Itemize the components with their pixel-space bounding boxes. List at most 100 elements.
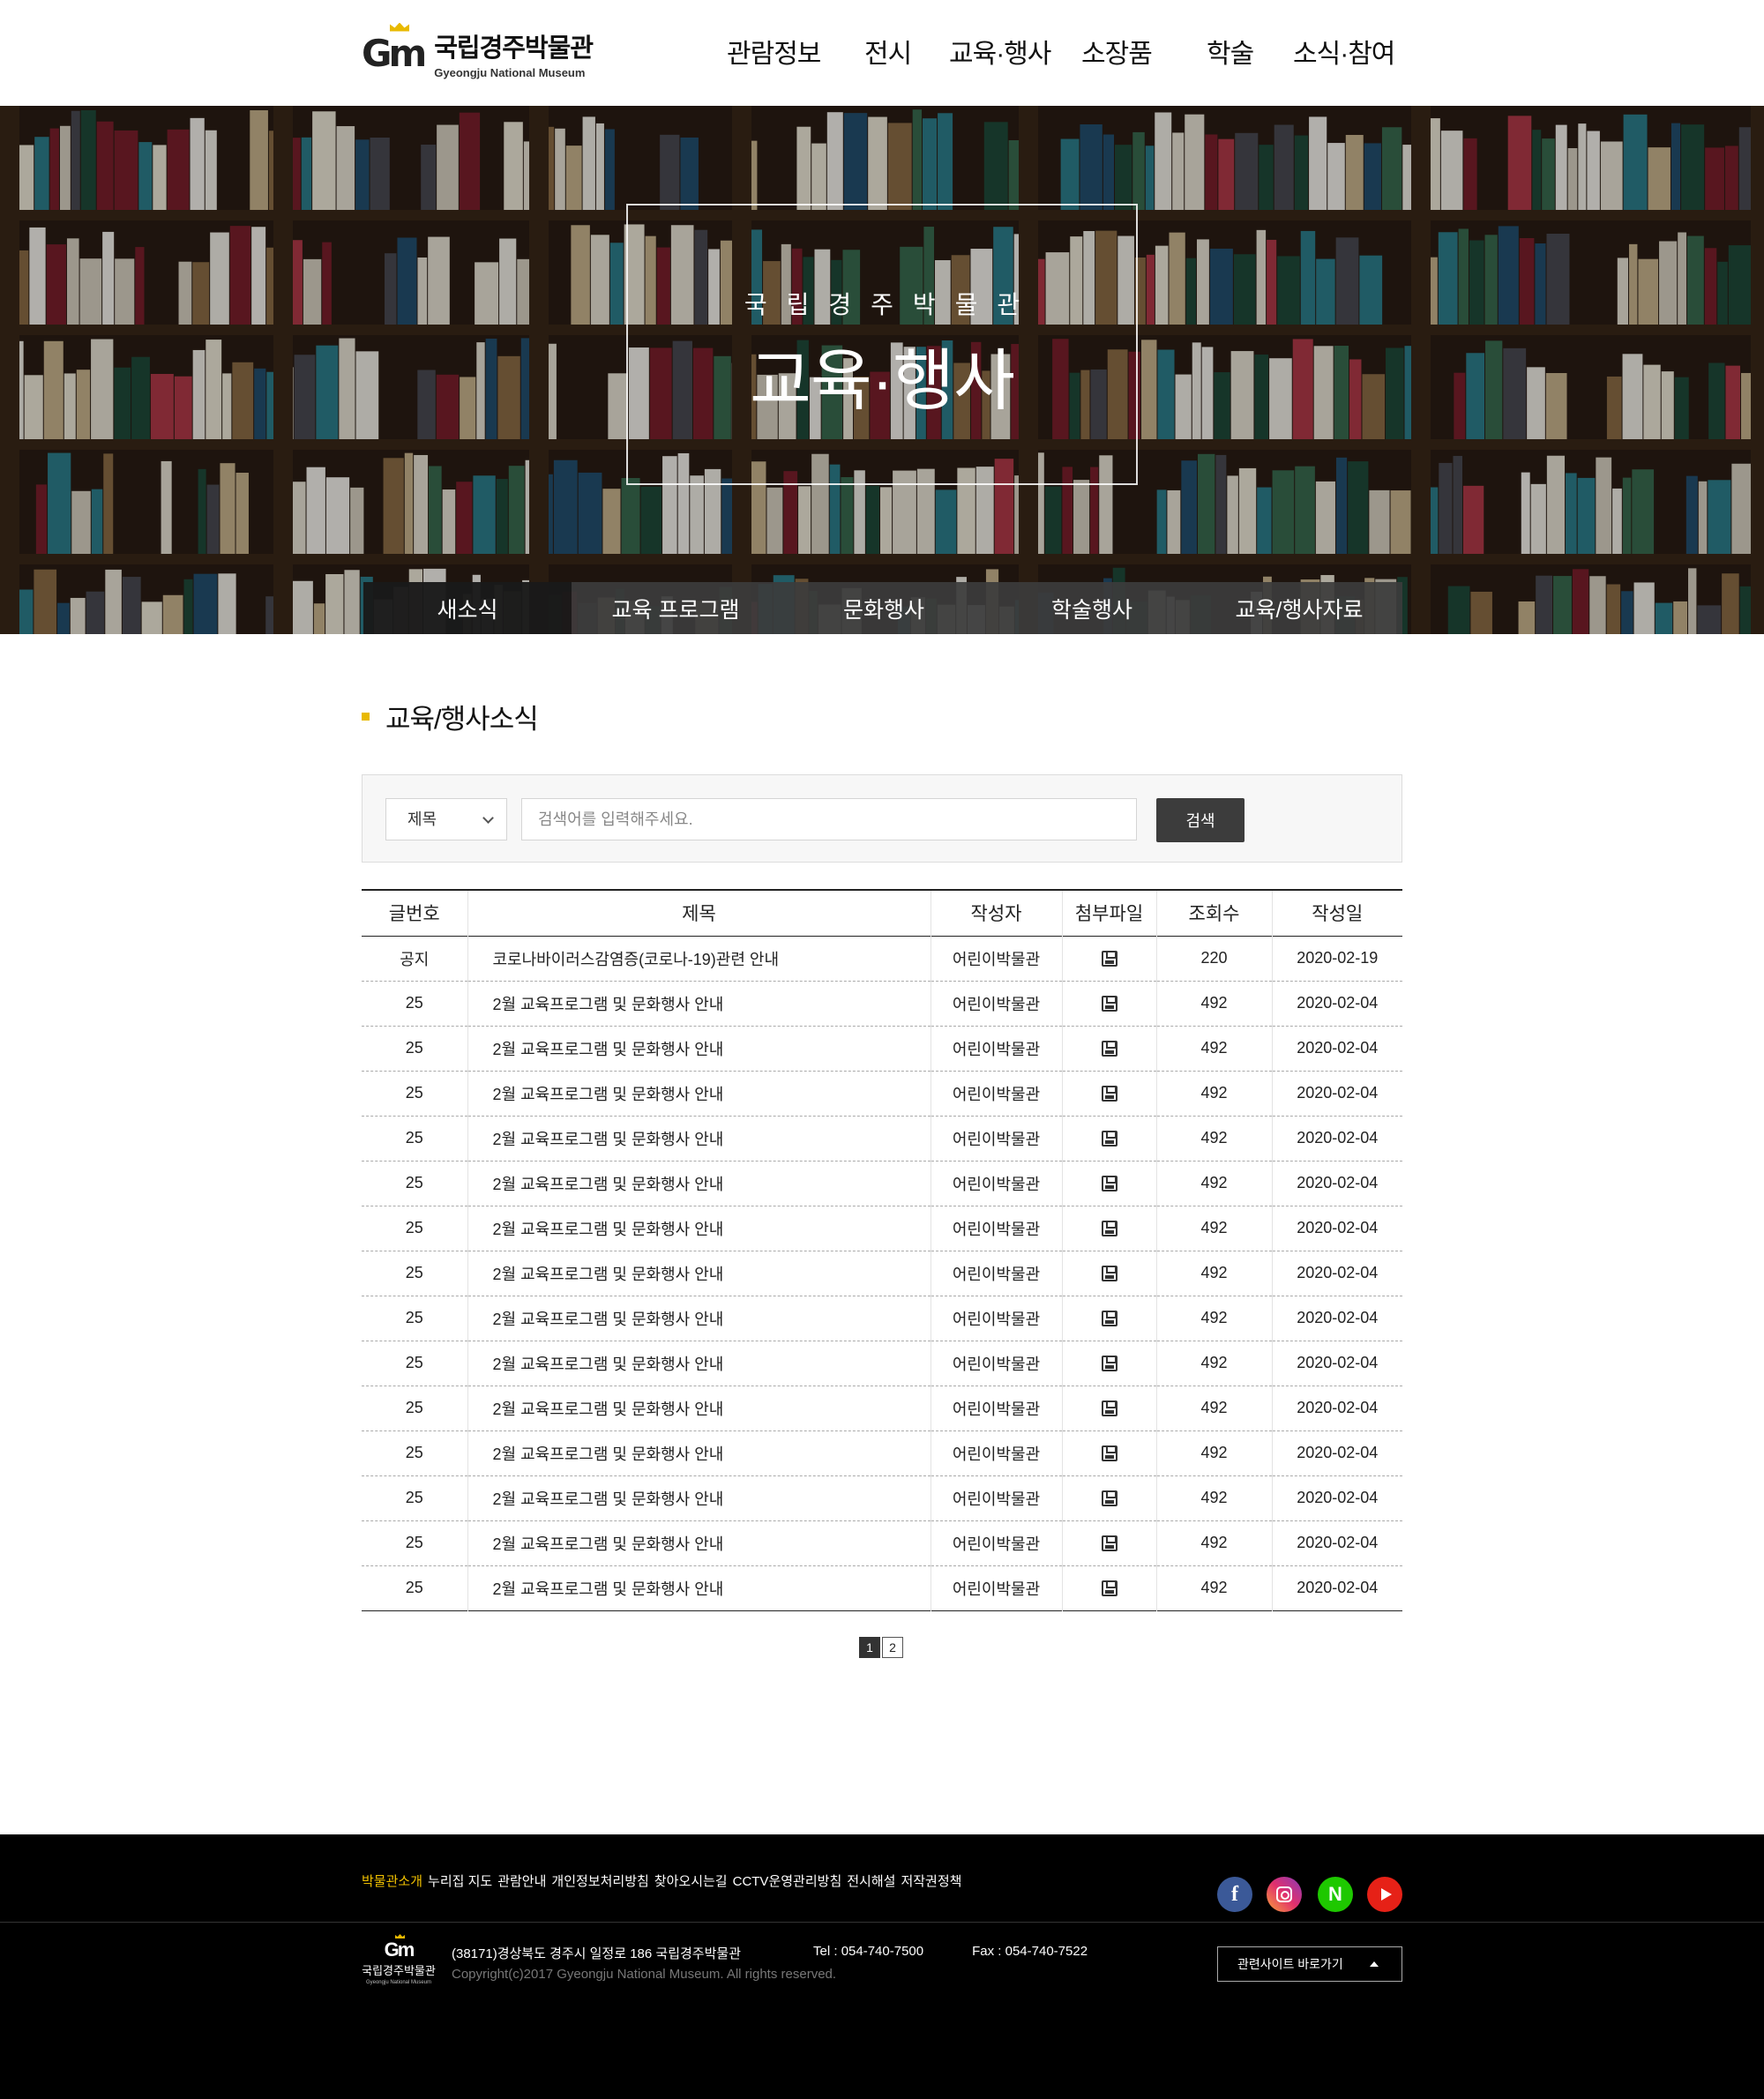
attachment-icon[interactable] bbox=[1101, 1401, 1117, 1417]
footer-link-cctv[interactable]: CCTV운영관리방침 bbox=[733, 1871, 842, 1890]
footer-address: (38171)경상북도 경주시 일정로 186 국립경주박물관 bbox=[452, 1946, 742, 1961]
youtube-icon[interactable] bbox=[1367, 1877, 1402, 1912]
footer-link-directions[interactable]: 찾아오시는길 bbox=[654, 1871, 728, 1890]
attachment-icon[interactable] bbox=[1101, 1131, 1117, 1147]
footer-link-copyright[interactable]: 저작권정책 bbox=[901, 1871, 961, 1890]
cell-title[interactable]: 2월 교육프로그램 및 문화행사 안내 bbox=[467, 1475, 931, 1520]
cell-title[interactable]: 2월 교육프로그램 및 문화행사 안내 bbox=[467, 1161, 931, 1206]
table-row[interactable]: 25 2월 교육프로그램 및 문화행사 안내 어린이박물관 492 2020-02-04 bbox=[362, 1296, 1402, 1341]
cell-title[interactable]: 2월 교육프로그램 및 문화행사 안내 bbox=[467, 1386, 931, 1430]
cell-author: 어린이박물관 bbox=[930, 1161, 1062, 1206]
attachment-icon[interactable] bbox=[1101, 1535, 1117, 1552]
nav-collection[interactable]: 소장품 bbox=[1081, 32, 1153, 71]
attachment-icon[interactable] bbox=[1101, 1221, 1117, 1237]
cell-attachment bbox=[1061, 1296, 1156, 1341]
table-row[interactable]: 25 2월 교육프로그램 및 문화행사 안내 어린이박물관 492 2020-02-04 bbox=[362, 1341, 1402, 1386]
search-button[interactable]: 검색 bbox=[1156, 798, 1245, 842]
attachment-icon[interactable] bbox=[1101, 1356, 1117, 1372]
nav-news-participation[interactable]: 소식·참여 bbox=[1293, 32, 1395, 71]
tab-cultural-events[interactable]: 문화행사 bbox=[780, 582, 988, 634]
cell-attachment bbox=[1061, 1206, 1156, 1251]
nav-research[interactable]: 학술 bbox=[1207, 32, 1254, 71]
hero-subtitle: 국립경주박물관 bbox=[744, 291, 1040, 318]
cell-attachment bbox=[1061, 1565, 1156, 1610]
attachment-icon[interactable] bbox=[1101, 1176, 1117, 1192]
search-field-select[interactable]: 제목 bbox=[385, 798, 507, 840]
col-header-author: 작성자 bbox=[930, 890, 1062, 936]
cell-title[interactable]: 2월 교육프로그램 및 문화행사 안내 bbox=[467, 1116, 931, 1161]
cell-author: 어린이박물관 bbox=[930, 1565, 1062, 1610]
cell-views: 492 bbox=[1155, 1386, 1272, 1430]
table-row[interactable]: 25 2월 교육프로그램 및 문화행사 안내 어린이박물관 492 2020-02-04 bbox=[362, 1251, 1402, 1296]
page-1-button[interactable]: 1 bbox=[859, 1637, 880, 1658]
instagram-icon[interactable] bbox=[1267, 1877, 1302, 1912]
cell-date: 2020-02-04 bbox=[1271, 981, 1402, 1026]
footer-link-privacy[interactable]: 개인정보처리방침 bbox=[551, 1871, 648, 1890]
footer-link-docent[interactable]: 전시해설 bbox=[847, 1871, 895, 1890]
cell-title[interactable]: 2월 교육프로그램 및 문화행사 안내 bbox=[467, 1341, 931, 1386]
chevron-down-icon bbox=[482, 812, 494, 824]
cell-views: 492 bbox=[1155, 1565, 1272, 1610]
footer-copyright: Copyright(c)2017 Gyeongju National Museu… bbox=[452, 1967, 837, 1982]
naver-icon[interactable]: N bbox=[1318, 1877, 1353, 1912]
table-row[interactable]: 25 2월 교육프로그램 및 문화행사 안내 어린이박물관 492 2020-02-04 bbox=[362, 1206, 1402, 1251]
search-input[interactable] bbox=[521, 798, 1137, 840]
footer-link-visit-guide[interactable]: 관람안내 bbox=[497, 1871, 546, 1890]
cell-title[interactable]: 2월 교육프로그램 및 문화행사 안내 bbox=[467, 1520, 931, 1565]
tab-academic-events[interactable]: 학술행사 bbox=[988, 582, 1196, 634]
cell-title[interactable]: 코로나바이러스감염증(코로나-19)관련 안내 bbox=[467, 936, 931, 981]
table-row[interactable]: 25 2월 교육프로그램 및 문화행사 안내 어린이박물관 492 2020-02-04 bbox=[362, 981, 1402, 1026]
page-2-button[interactable]: 2 bbox=[882, 1637, 903, 1658]
attachment-icon[interactable] bbox=[1101, 1311, 1117, 1327]
cell-views: 492 bbox=[1155, 1206, 1272, 1251]
nav-visit-info[interactable]: 관람정보 bbox=[727, 32, 821, 71]
col-header-attachment: 첨부파일 bbox=[1061, 890, 1156, 936]
table-row[interactable]: 25 2월 교육프로그램 및 문화행사 안내 어린이박물관 492 2020-02-04 bbox=[362, 1161, 1402, 1206]
cell-title[interactable]: 2월 교육프로그램 및 문화행사 안내 bbox=[467, 1296, 931, 1341]
pagination: 1 2 bbox=[859, 1637, 903, 1658]
attachment-icon[interactable] bbox=[1101, 1041, 1117, 1057]
table-row[interactable]: 25 2월 교육프로그램 및 문화행사 안내 어린이박물관 492 2020-02-04 bbox=[362, 1475, 1402, 1520]
cell-title[interactable]: 2월 교육프로그램 및 문화행사 안내 bbox=[467, 1026, 931, 1071]
table-row[interactable]: 25 2월 교육프로그램 및 문화행사 안내 어린이박물관 492 2020-02-04 bbox=[362, 1071, 1402, 1116]
cell-author: 어린이박물관 bbox=[930, 1251, 1062, 1296]
nav-exhibition[interactable]: 전시 bbox=[864, 32, 912, 71]
attachment-icon[interactable] bbox=[1101, 951, 1117, 967]
cell-title[interactable]: 2월 교육프로그램 및 문화행사 안내 bbox=[467, 1251, 931, 1296]
cell-date: 2020-02-04 bbox=[1271, 1116, 1402, 1161]
table-row[interactable]: 25 2월 교육프로그램 및 문화행사 안내 어린이박물관 492 2020-02-04 bbox=[362, 1116, 1402, 1161]
cell-date: 2020-02-04 bbox=[1271, 1296, 1402, 1341]
cell-title[interactable]: 2월 교육프로그램 및 문화행사 안내 bbox=[467, 981, 931, 1026]
caret-up-icon bbox=[1370, 1961, 1379, 1967]
attachment-icon[interactable] bbox=[1101, 1086, 1117, 1102]
cell-title[interactable]: 2월 교육프로그램 및 문화행사 안내 bbox=[467, 1430, 931, 1475]
tab-news[interactable]: 새소식 bbox=[363, 582, 572, 634]
table-row[interactable]: 25 2월 교육프로그램 및 문화행사 안내 어린이박물관 492 2020-02-04 bbox=[362, 1026, 1402, 1071]
tab-education-program[interactable]: 교육 프로그램 bbox=[572, 582, 780, 634]
table-row[interactable]: 25 2월 교육프로그램 및 문화행사 안내 어린이박물관 492 2020-02-04 bbox=[362, 1565, 1402, 1610]
attachment-icon[interactable] bbox=[1101, 1266, 1117, 1282]
cell-title[interactable]: 2월 교육프로그램 및 문화행사 안내 bbox=[467, 1071, 931, 1116]
cell-attachment bbox=[1061, 1430, 1156, 1475]
footer-link-sitemap[interactable]: 누리집 지도 bbox=[428, 1871, 492, 1890]
cell-author: 어린이박물관 bbox=[930, 1520, 1062, 1565]
cell-title[interactable]: 2월 교육프로그램 및 문화행사 안내 bbox=[467, 1565, 931, 1610]
cell-date: 2020-02-19 bbox=[1271, 936, 1402, 981]
attachment-icon[interactable] bbox=[1101, 1580, 1117, 1597]
facebook-icon[interactable]: f bbox=[1217, 1877, 1252, 1912]
table-row-notice[interactable]: 공지 코로나바이러스감염증(코로나-19)관련 안내 어린이박물관 220 2020-0… bbox=[362, 936, 1402, 981]
cell-attachment bbox=[1061, 1475, 1156, 1520]
attachment-icon[interactable] bbox=[1101, 1445, 1117, 1462]
attachment-icon[interactable] bbox=[1101, 1490, 1117, 1507]
cell-title[interactable]: 2월 교육프로그램 및 문화행사 안내 bbox=[467, 1206, 931, 1251]
cell-views: 492 bbox=[1155, 1341, 1272, 1386]
footer-link-about[interactable]: 박물관소개 bbox=[362, 1871, 422, 1890]
family-site-select[interactable]: 관련사이트 바로가기 bbox=[1217, 1946, 1402, 1982]
table-row[interactable]: 25 2월 교육프로그램 및 문화행사 안내 어린이박물관 492 2020-02-04 bbox=[362, 1520, 1402, 1565]
tab-materials[interactable]: 교육/행사자료 bbox=[1196, 582, 1402, 634]
table-row[interactable]: 25 2월 교육프로그램 및 문화행사 안내 어린이박물관 492 2020-02-04 bbox=[362, 1386, 1402, 1430]
nav-education-events[interactable]: 교육·행사 bbox=[949, 32, 1051, 71]
table-row[interactable]: 25 2월 교육프로그램 및 문화행사 안내 어린이박물관 492 2020-02-04 bbox=[362, 1430, 1402, 1475]
cell-views: 220 bbox=[1155, 936, 1272, 981]
attachment-icon[interactable] bbox=[1101, 996, 1117, 1012]
